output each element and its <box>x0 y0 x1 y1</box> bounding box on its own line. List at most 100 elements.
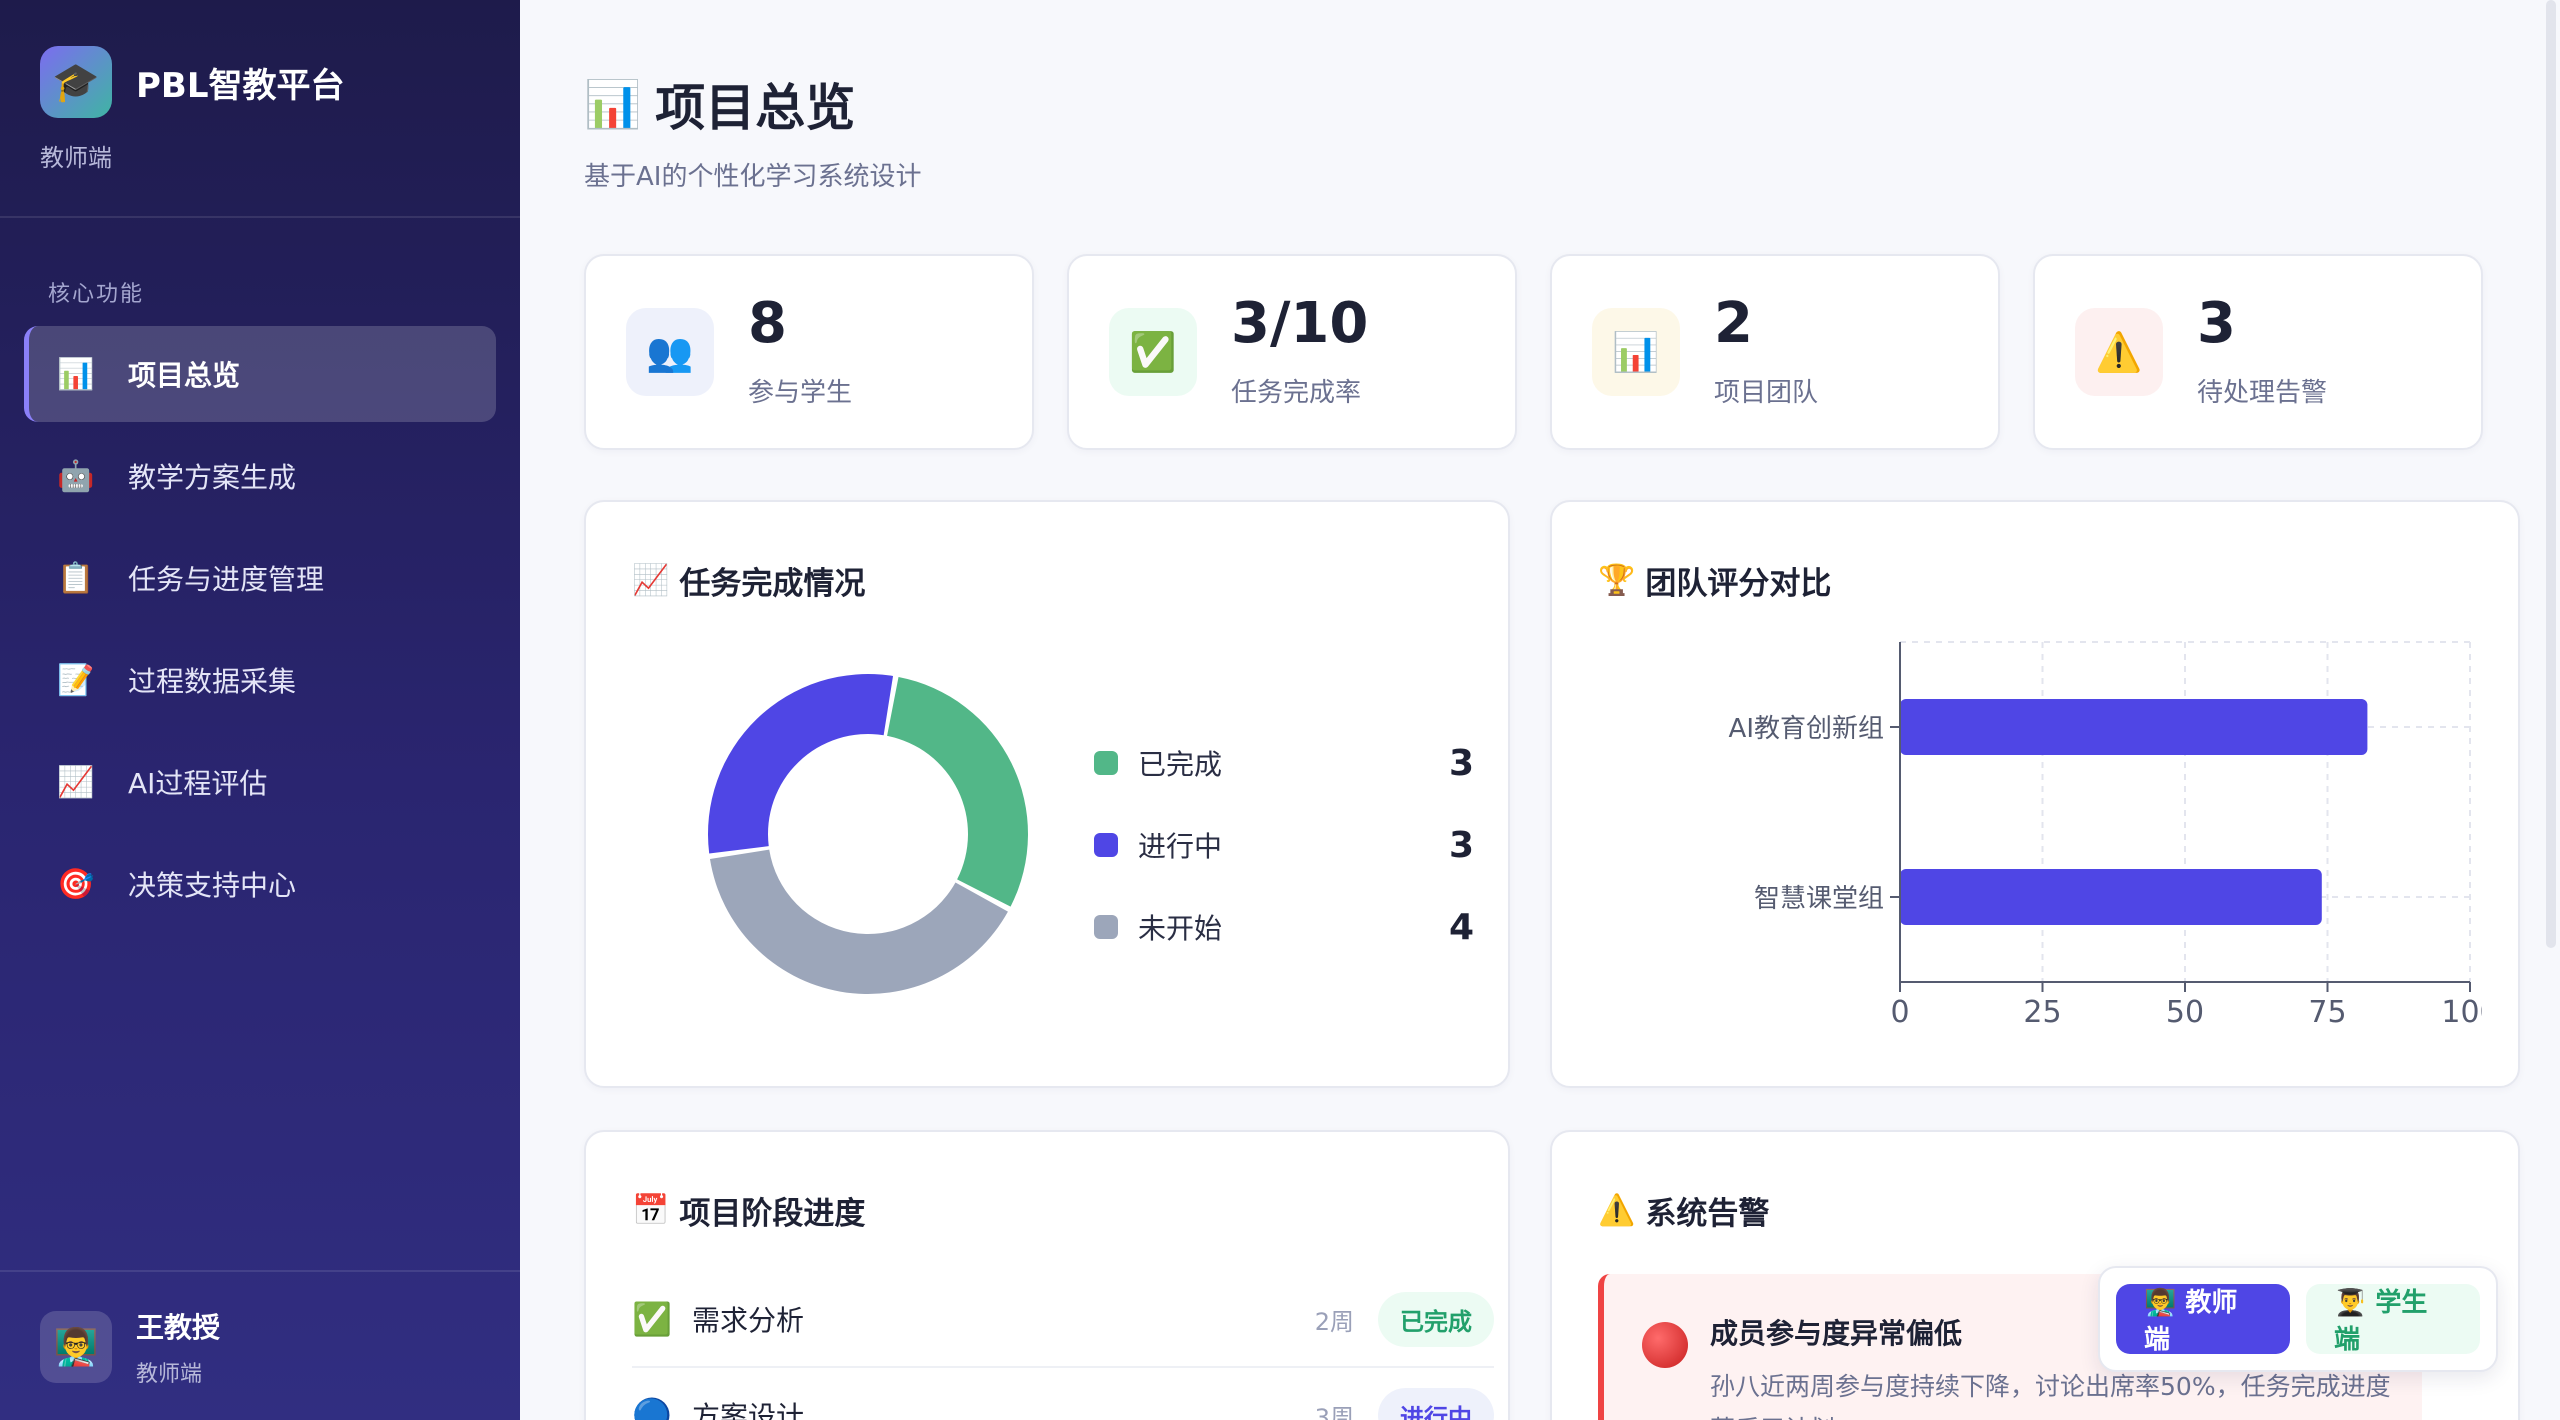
memo-icon: 📝 <box>57 662 95 698</box>
sidebar-divider <box>0 216 520 218</box>
y-category-label: AI教育创新组 <box>1729 714 1884 744</box>
x-tick-label: 0 <box>1890 995 1909 1030</box>
panel-title: 🏆 团队评分对比 <box>1598 558 1831 603</box>
stat-card-alerts: ⚠️ 3 待处理告警 <box>2033 254 2483 450</box>
legend-item-not-started: 未开始 4 <box>1094 886 1474 968</box>
stat-value: 2 <box>1714 290 1753 356</box>
legend-label: 进行中 <box>1138 830 1223 863</box>
sidebar-item-label: 任务与进度管理 <box>128 563 325 596</box>
calendar-icon: 📅 <box>632 1193 670 1228</box>
teacher-avatar-icon: 👨‍🏫 <box>40 1311 112 1383</box>
stat-value: 3/10 <box>1231 290 1369 356</box>
check-mark-icon: ✅ <box>1109 308 1197 396</box>
phase-item[interactable]: 🔵 方案设计 3周 进行中 <box>632 1368 1494 1420</box>
bar-0[interactable] <box>1900 699 2368 755</box>
panel-title-text: 系统告警 <box>1645 1196 1770 1232</box>
brand-subtitle: 教师端 <box>40 144 112 172</box>
legend-item-completed: 已完成 3 <box>1094 722 1474 804</box>
stat-value: 3 <box>2197 290 2236 356</box>
task-donut-chart <box>708 674 1028 994</box>
alert-description: 孙八近两周参与度持续下降，讨论出席率50%，任务完成进度落后于计划 <box>1710 1372 2391 1420</box>
sidebar-item-label: AI过程评估 <box>128 767 268 800</box>
donut-legend: 已完成 3 进行中 3 未开始 4 <box>1094 722 1474 968</box>
user-profile[interactable]: 👨‍🏫 王教授 教师端 <box>40 1306 220 1388</box>
page-title: 📊 项目总览 <box>584 68 855 140</box>
legend-value: 3 <box>1448 824 1474 866</box>
target-icon: 🎯 <box>57 866 95 902</box>
nav-section-label: 核心功能 <box>48 282 145 307</box>
x-tick-label: 25 <box>2023 995 2061 1030</box>
stat-card-students: 👥 8 参与学生 <box>584 254 1034 450</box>
sidebar-item-task-progress[interactable]: 📋 任务与进度管理 <box>24 530 496 626</box>
main-content: 📊 项目总览 基于AI的个性化学习系统设计 👥 8 参与学生 ✅ 3/10 任务… <box>520 0 2540 1420</box>
sidebar-item-project-overview[interactable]: 📊 项目总览 <box>24 326 496 422</box>
clipboard-icon: 📋 <box>57 560 95 596</box>
sidebar-item-data-collection[interactable]: 📝 过程数据采集 <box>24 632 496 728</box>
sidebar: 🎓 PBL智教平台 教师端 核心功能 📊 项目总览 🤖 教学方案生成 📋 任务与… <box>0 0 520 1420</box>
stat-label: 待处理告警 <box>2197 377 2328 408</box>
sidebar-item-label: 决策支持中心 <box>128 869 297 902</box>
donut-slice-completed[interactable] <box>887 676 1028 907</box>
page-subtitle: 基于AI的个性化学习系统设计 <box>584 162 922 192</box>
panel-title-text: 团队评分对比 <box>1645 566 1832 602</box>
x-tick-label: 100 <box>2441 995 2482 1030</box>
legend-value: 4 <box>1448 906 1474 948</box>
phase-duration: 3周 <box>1314 1403 1354 1420</box>
stat-label: 项目团队 <box>1714 377 1819 408</box>
stat-card-teams: 📊 2 项目团队 <box>1550 254 2000 450</box>
legend-label: 已完成 <box>1138 748 1223 781</box>
team-score-panel: 🏆 团队评分对比 0 25 50 75 100 AI教育创新组智慧课堂组 <box>1550 500 2520 1088</box>
phase-item[interactable]: ✅ 需求分析 2周 已完成 <box>632 1272 1494 1368</box>
check-mark-icon: ✅ <box>632 1300 672 1338</box>
panel-title: ⚠️ 系统告警 <box>1598 1188 1769 1233</box>
blue-circle-icon: 🔵 <box>632 1396 672 1420</box>
teacher-role-button[interactable]: 👨‍🏫 教师端 <box>2116 1284 2290 1355</box>
task-completion-panel: 📈 任务完成情况 已完成 3 进行中 3 未开始 4 <box>584 500 1510 1088</box>
stat-card-task-completion: ✅ 3/10 任务完成率 <box>1067 254 1517 450</box>
trend-chart-icon: 📈 <box>632 563 670 598</box>
brand[interactable]: 🎓 PBL智教平台 <box>0 0 520 118</box>
warning-icon: ⚠️ <box>2075 308 2163 396</box>
page-scrollbar[interactable] <box>2546 0 2556 948</box>
phase-name: 方案设计 <box>692 1400 805 1420</box>
stat-label: 参与学生 <box>748 377 853 408</box>
graduation-cap-icon: 🎓 <box>40 46 112 118</box>
sidebar-item-decision-support[interactable]: 🎯 决策支持中心 <box>24 836 496 932</box>
panel-title-text: 项目阶段进度 <box>679 1196 866 1232</box>
trend-chart-icon: 📈 <box>57 764 95 800</box>
alert-title: 成员参与度异常偏低 <box>1710 1317 1963 1350</box>
y-category-label: 智慧课堂组 <box>1754 884 1884 914</box>
stat-label: 任务完成率 <box>1231 377 1362 408</box>
warning-icon: ⚠️ <box>1598 1193 1636 1228</box>
robot-icon: 🤖 <box>57 458 95 494</box>
team-score-bar-chart: 0 25 50 75 100 AI教育创新组智慧课堂组 <box>1729 641 2482 1030</box>
bar-1[interactable] <box>1900 869 2322 925</box>
users-icon: 👥 <box>626 308 714 396</box>
x-tick-label: 50 <box>2166 995 2204 1030</box>
user-name: 王教授 <box>136 1311 221 1344</box>
sidebar-item-label: 过程数据采集 <box>128 665 297 698</box>
legend-swatch <box>1094 833 1118 857</box>
status-badge: 已完成 <box>1378 1291 1494 1347</box>
bar-chart-icon: 📊 <box>57 356 95 392</box>
phase-progress-panel: 📅 项目阶段进度 ✅ 需求分析 2周 已完成 🔵 方案设计 3周 进行中 <box>584 1130 1510 1420</box>
sidebar-item-ai-evaluation[interactable]: 📈 AI过程评估 <box>24 734 496 830</box>
legend-item-in-progress: 进行中 3 <box>1094 804 1474 886</box>
student-role-button[interactable]: 👨‍🎓 学生端 <box>2306 1284 2480 1355</box>
role-switch: 👨‍🏫 教师端 👨‍🎓 学生端 <box>2098 1266 2498 1372</box>
brand-title: PBL智教平台 <box>136 65 345 106</box>
legend-value: 3 <box>1448 742 1474 784</box>
panel-title-text: 任务完成情况 <box>679 566 866 602</box>
panel-title: 📅 项目阶段进度 <box>632 1188 865 1233</box>
sidebar-item-teaching-plan[interactable]: 🤖 教学方案生成 <box>24 428 496 524</box>
phase-duration: 2周 <box>1314 1307 1354 1336</box>
user-role: 教师端 <box>136 1362 203 1387</box>
legend-swatch <box>1094 751 1118 775</box>
stat-value: 8 <box>748 290 787 356</box>
x-tick-label: 75 <box>2308 995 2346 1030</box>
donut-slice-in-progress[interactable] <box>708 674 894 854</box>
trophy-icon: 🏆 <box>1598 563 1636 598</box>
legend-swatch <box>1094 915 1118 939</box>
phase-name: 需求分析 <box>692 1304 805 1337</box>
status-badge: 进行中 <box>1378 1387 1494 1420</box>
